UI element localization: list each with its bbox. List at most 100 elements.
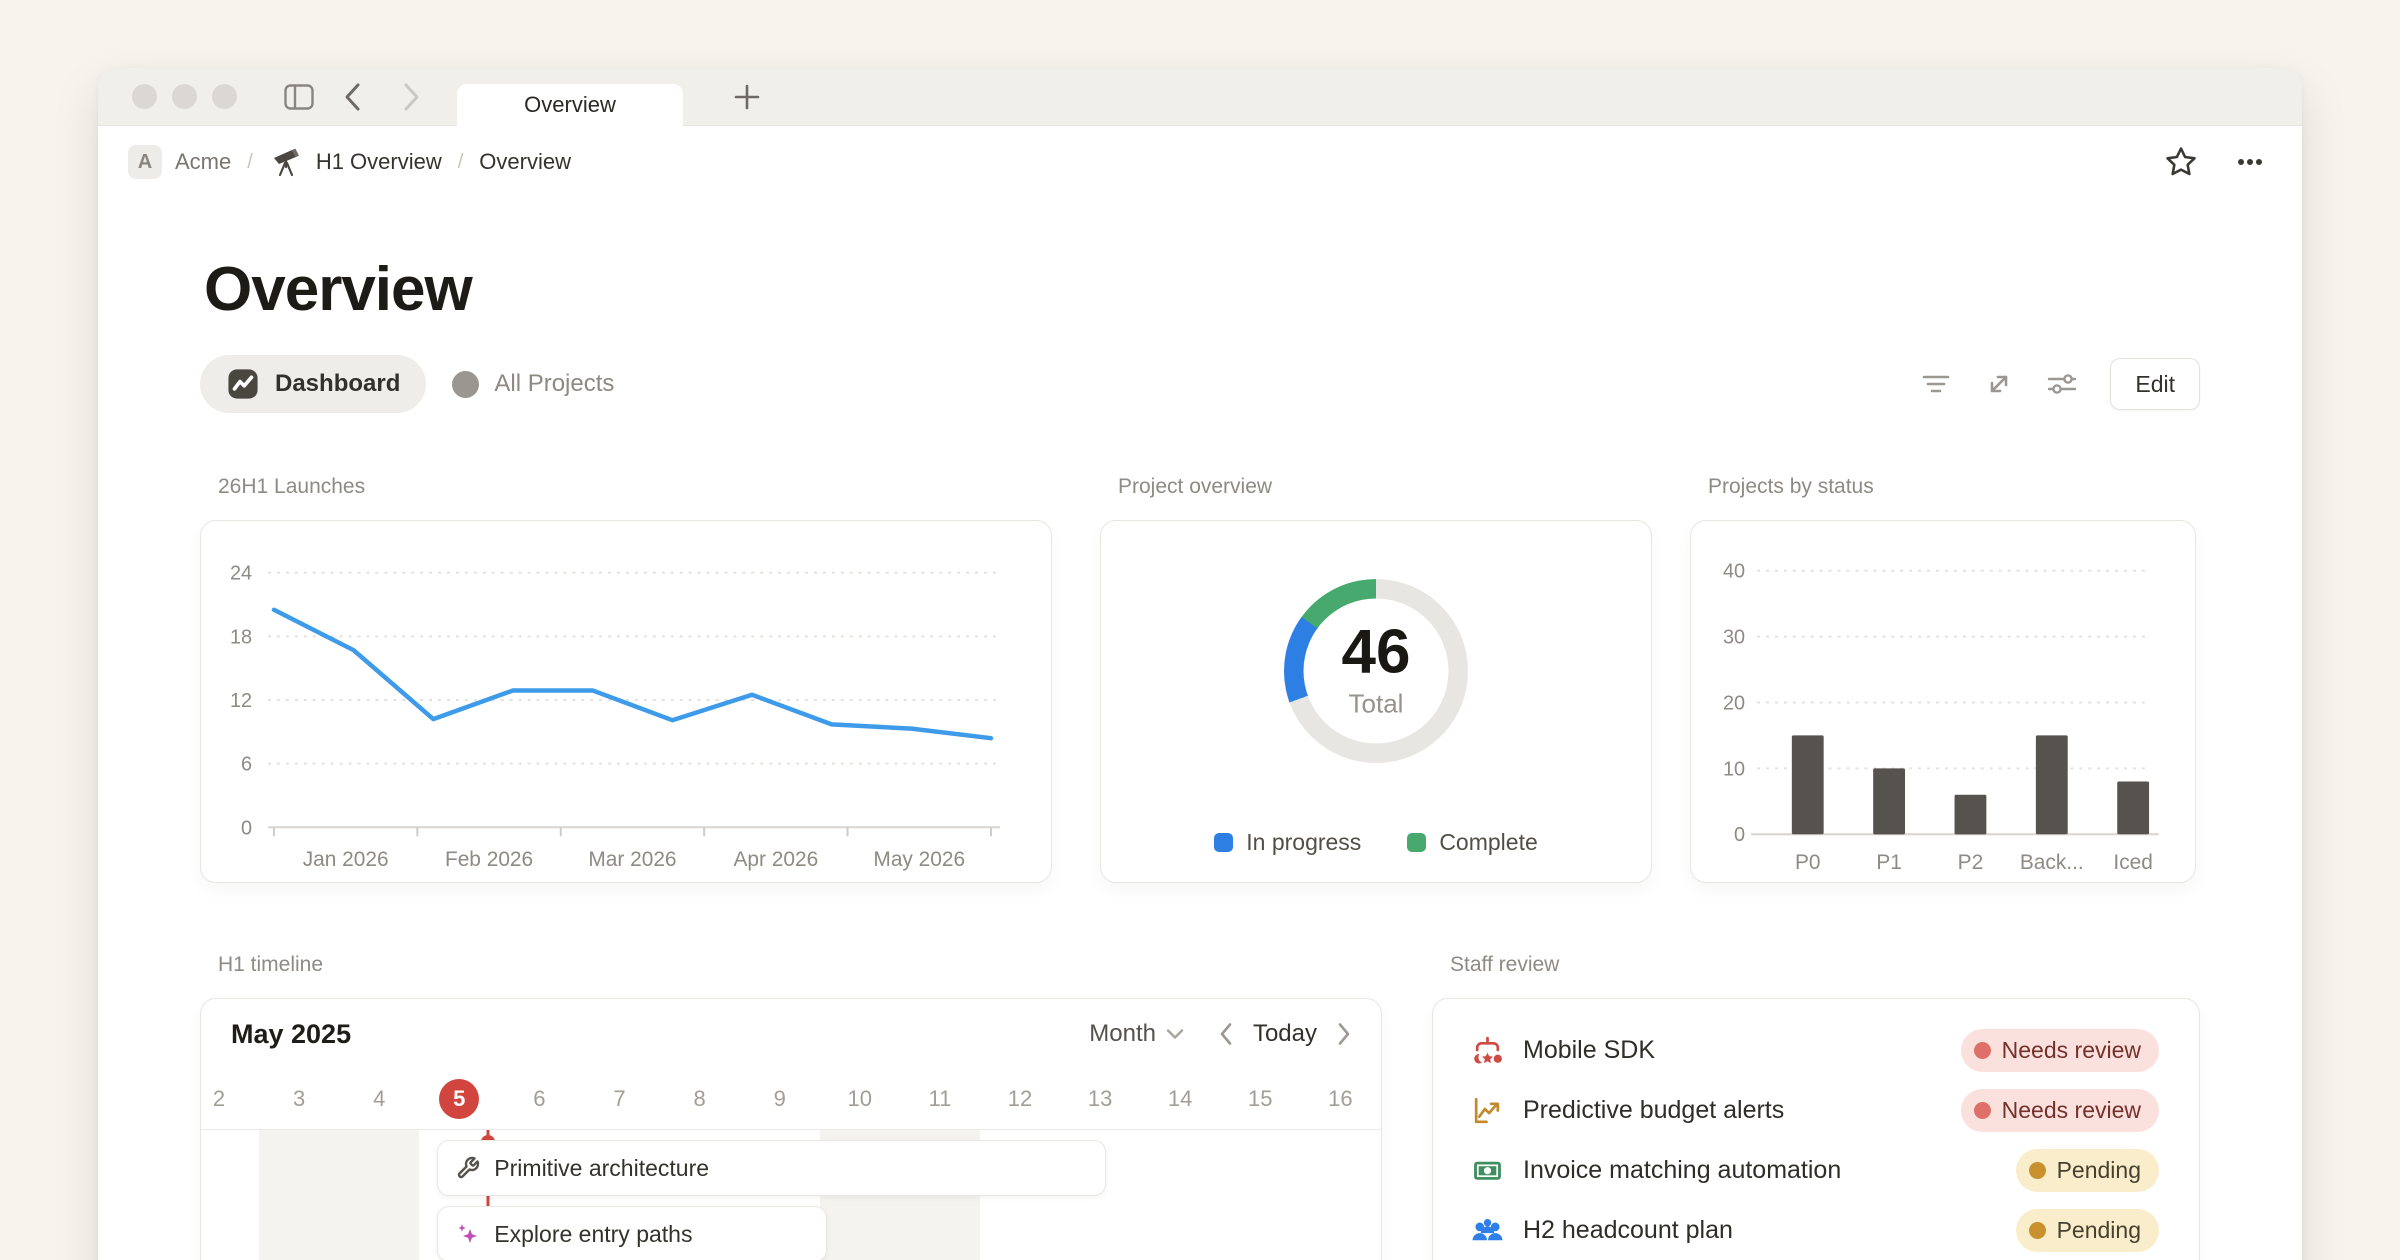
window-zoom-button[interactable] — [212, 84, 237, 109]
timeline-day: 4 — [373, 1086, 385, 1112]
sidebar-toggle-icon[interactable] — [279, 77, 319, 117]
circle-icon — [452, 371, 479, 398]
timeline-prev-icon[interactable] — [1219, 1022, 1233, 1046]
svg-text:Jan 2026: Jan 2026 — [303, 848, 389, 871]
svg-text:Apr 2026: Apr 2026 — [734, 848, 819, 871]
widget-label-by-status: Projects by status — [1708, 475, 2196, 499]
breadcrumb: A Acme / H1 Overview / Overview — [98, 126, 2302, 198]
svg-text:Feb 2026: Feb 2026 — [445, 848, 533, 871]
staff-item-label: H2 headcount plan — [1523, 1216, 1997, 1245]
trend-up-icon — [1471, 1094, 1504, 1127]
breadcrumb-workspace[interactable]: Acme — [175, 149, 231, 175]
donut-total-value: 46 — [1342, 623, 1411, 683]
sliders-icon[interactable] — [2044, 366, 2080, 402]
chart-icon — [226, 367, 260, 401]
svg-text:P2: P2 — [1958, 851, 1984, 874]
workspace-avatar[interactable]: A — [128, 145, 162, 179]
filter-icon[interactable] — [1918, 366, 1954, 402]
back-icon[interactable] — [333, 77, 373, 117]
wrench-icon — [456, 1156, 480, 1180]
view-tab-all-projects[interactable]: All Projects — [426, 355, 640, 413]
breadcrumb-separator: / — [455, 151, 467, 174]
donut-legend: In progress Complete — [1101, 829, 1651, 856]
svg-text:12: 12 — [230, 690, 252, 712]
launches-line-chart: 06121824Jan 2026Feb 2026Mar 2026Apr 2026… — [201, 521, 1051, 882]
window-close-button[interactable] — [132, 84, 157, 109]
by-status-bar-chart: 010203040P0P1P2Back...Iced — [1691, 521, 2195, 882]
timeline-item[interactable]: Primitive architecture — [437, 1140, 1106, 1196]
weekend-band — [259, 1130, 419, 1260]
staff-review-row[interactable]: Invoice matching automationPending — [1433, 1140, 2199, 1200]
timeline-date-row: 2345678910111213141516 — [201, 1069, 1381, 1130]
svg-text:Iced: Iced — [2113, 851, 2152, 874]
svg-text:24: 24 — [230, 563, 252, 585]
staff-review-card: Mobile SDKNeeds reviewPredictive budget … — [1432, 998, 2200, 1260]
legend-swatch — [1407, 833, 1426, 852]
timeline-item[interactable]: Explore entry paths — [437, 1206, 827, 1260]
by-status-bar-chart-card: 010203040P0P1P2Back...Iced — [1690, 520, 2196, 883]
telescope-icon — [269, 145, 303, 179]
timeline-view-selector[interactable]: Month — [1089, 1020, 1185, 1048]
staff-item-label: Mobile SDK — [1523, 1036, 1942, 1065]
status-badge[interactable]: Pending — [2016, 1149, 2159, 1192]
timeline-day: 3 — [293, 1086, 305, 1112]
status-dot-icon — [2029, 1162, 2046, 1179]
legend-swatch — [1214, 833, 1233, 852]
widget-label-timeline: H1 timeline — [218, 953, 1382, 977]
legend-label: In progress — [1246, 829, 1361, 856]
status-label: Needs review — [2002, 1037, 2141, 1064]
timeline-day: 16 — [1328, 1086, 1352, 1112]
banknote-icon — [1471, 1154, 1504, 1187]
timeline-body: Primitive architecture Explore entry path… — [201, 1130, 1381, 1260]
tab-overview[interactable]: Overview — [457, 84, 683, 126]
svg-text:May 2026: May 2026 — [873, 848, 965, 871]
svg-text:6: 6 — [241, 754, 252, 776]
staff-review-list: Mobile SDKNeeds reviewPredictive budget … — [1433, 999, 2199, 1260]
timeline-today-button[interactable]: Today — [1253, 1020, 1317, 1048]
expand-icon[interactable] — [1981, 366, 2017, 402]
status-badge[interactable]: Needs review — [1961, 1029, 2159, 1072]
legend-item: Complete — [1407, 829, 1537, 856]
status-badge[interactable]: Pending — [2016, 1209, 2159, 1252]
project-overview-donut: 46 Total — [1284, 579, 1468, 763]
timeline-next-icon[interactable] — [1337, 1022, 1351, 1046]
new-tab-icon[interactable] — [727, 77, 767, 117]
svg-text:30: 30 — [1723, 627, 1745, 649]
view-tab-dashboard[interactable]: Dashboard — [200, 355, 426, 413]
svg-text:18: 18 — [230, 626, 252, 648]
legend-label: Complete — [1439, 829, 1537, 856]
status-label: Pending — [2057, 1157, 2141, 1184]
status-label: Needs review — [2002, 1097, 2141, 1124]
more-options-icon[interactable] — [2228, 140, 2272, 184]
app-window: Overview A Acme / H1 Overview / Overview… — [98, 68, 2302, 1260]
widget-label-staff-review: Staff review — [1450, 953, 2200, 977]
timeline-month-title: May 2025 — [231, 1019, 351, 1050]
view-tabs: Dashboard All Projects Edit — [200, 355, 2200, 413]
svg-text:Mar 2026: Mar 2026 — [588, 848, 676, 871]
view-tab-label: Dashboard — [275, 370, 400, 398]
window-controls — [132, 84, 237, 109]
staff-review-row[interactable]: Mobile SDK Needs review — [1433, 1020, 2199, 1080]
window-minimize-button[interactable] — [172, 84, 197, 109]
svg-text:40: 40 — [1723, 561, 1745, 583]
svg-text:0: 0 — [1734, 824, 1745, 846]
favorite-star-icon[interactable] — [2159, 140, 2203, 184]
widget-label-project-overview: Project overview — [1118, 475, 1652, 499]
timeline-item-label: Primitive architecture — [494, 1155, 709, 1182]
tab-title: Overview — [524, 92, 616, 118]
edit-button[interactable]: Edit — [2110, 358, 2200, 410]
breadcrumb-parent[interactable]: H1 Overview — [316, 149, 442, 175]
timeline-day: 10 — [848, 1086, 872, 1112]
view-tab-label: All Projects — [494, 370, 614, 398]
staff-review-row[interactable]: Predictive budget alerts Needs review — [1433, 1080, 2199, 1140]
forward-icon[interactable] — [391, 77, 431, 117]
breadcrumb-current[interactable]: Overview — [479, 149, 571, 175]
timeline-day: 11 — [928, 1086, 951, 1112]
staff-review-row[interactable]: H2 headcount plan Pending — [1433, 1200, 2199, 1260]
svg-text:P1: P1 — [1876, 851, 1902, 874]
timeline-day: 15 — [1248, 1086, 1272, 1112]
legend-item: In progress — [1214, 829, 1361, 856]
status-badge[interactable]: Needs review — [1961, 1089, 2159, 1132]
chevron-down-icon — [1165, 1027, 1185, 1041]
staff-item-label: Predictive budget alerts — [1523, 1096, 1942, 1125]
